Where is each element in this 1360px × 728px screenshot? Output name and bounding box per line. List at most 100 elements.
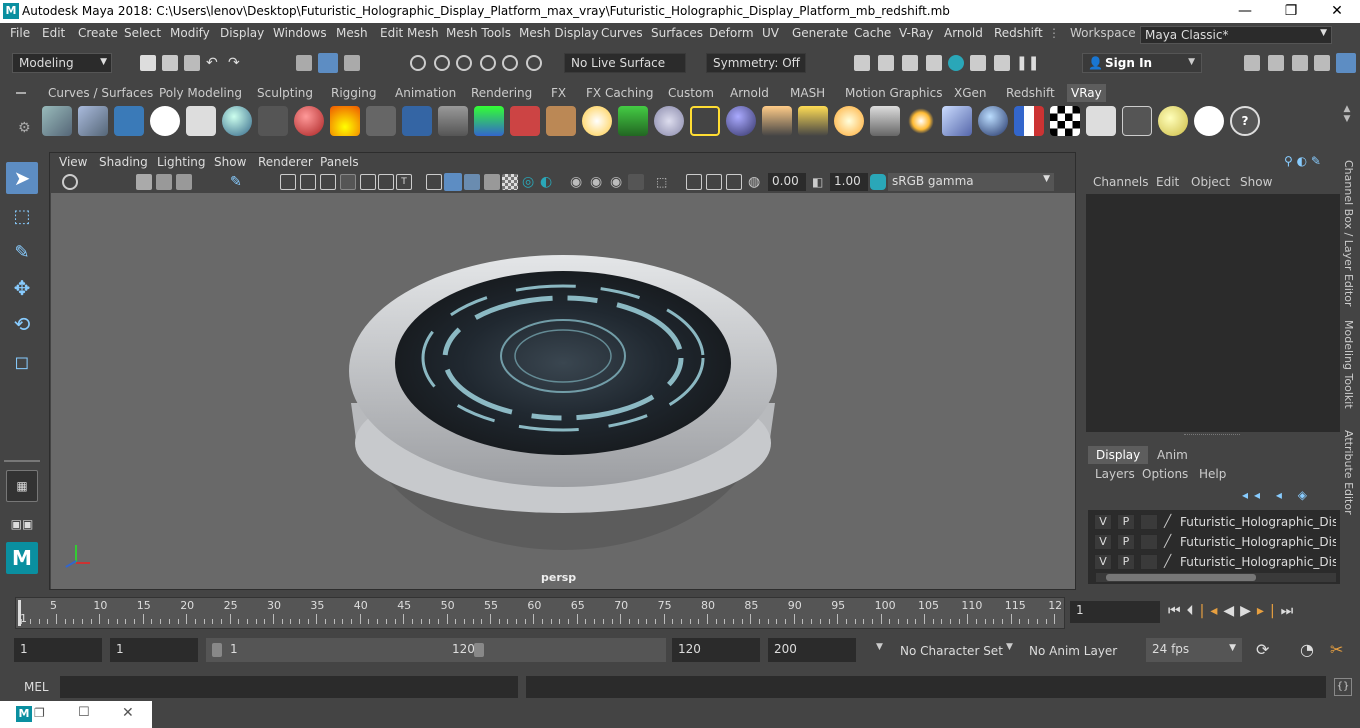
shelf-tab-curves-surfaces[interactable]: Curves / Surfaces	[44, 84, 157, 102]
pause-icon[interactable]: ❚❚	[1016, 55, 1039, 71]
menu-edit-mesh[interactable]: Edit Mesh	[380, 26, 439, 40]
camera-bookmark-icon[interactable]	[136, 174, 152, 190]
sign-in-button[interactable]: 👤 Sign In ▼	[1082, 53, 1202, 73]
gamma-field[interactable]: 1.00	[830, 173, 868, 191]
menu-mesh-display[interactable]: Mesh Display	[519, 26, 599, 40]
animation-preferences-icon[interactable]: ✂	[1330, 640, 1343, 659]
shelf-tab-custom[interactable]: Custom	[664, 84, 718, 102]
tool-settings-icon[interactable]	[1292, 55, 1308, 71]
xray-joints-icon[interactable]	[686, 174, 702, 190]
loop-icon[interactable]: ⟳	[1256, 640, 1269, 659]
viewport-menu-shading[interactable]: Shading	[99, 155, 148, 169]
layer-visibility-toggle[interactable]: V	[1094, 514, 1112, 530]
layer-playback-toggle[interactable]: P	[1117, 534, 1135, 550]
go-to-start-icon[interactable]: ⏮	[1168, 603, 1187, 619]
3d-viewport[interactable]: persp	[51, 193, 1075, 589]
menu-select[interactable]: Select	[124, 26, 161, 40]
single-perspective-layout-icon[interactable]: ▦	[6, 470, 38, 502]
color-management-toggle-icon[interactable]	[870, 174, 886, 190]
exposure-field[interactable]: 0.00	[768, 173, 806, 191]
menu-vray[interactable]: V-Ray	[899, 26, 933, 40]
backface-culling-icon[interactable]	[726, 174, 742, 190]
color-space-dropdown[interactable]: sRGB gamma ▼	[888, 173, 1054, 191]
scale-tool-icon[interactable]: ◻	[6, 346, 38, 378]
viewport-menu-renderer[interactable]: Renderer	[258, 155, 313, 169]
menu-modify[interactable]: Modify	[170, 26, 210, 40]
shelf-tab-rigging[interactable]: Rigging	[327, 84, 380, 102]
auto-key-icon[interactable]: ◔	[1300, 640, 1314, 659]
attribute-editor-icon[interactable]	[1268, 55, 1284, 71]
vray-color-icon[interactable]	[1014, 106, 1044, 136]
layer-toolbar-icons[interactable]: ◂◂ ◂ ◈	[1242, 488, 1313, 502]
wireframe-icon[interactable]	[426, 174, 442, 190]
shelf-scroll[interactable]: ▲ ▼	[1340, 104, 1354, 140]
shelf-tab-sculpting[interactable]: Sculpting	[253, 84, 317, 102]
layer-menu-options[interactable]: Options	[1142, 467, 1188, 481]
use-all-lights-icon[interactable]	[502, 174, 518, 190]
vray-blend-material-icon[interactable]	[294, 106, 324, 136]
exposure-icon[interactable]: ◍	[748, 174, 764, 190]
depth-of-field-icon[interactable]: ◉	[610, 174, 626, 190]
panel-splitter[interactable]	[1184, 434, 1240, 437]
playback-end-field[interactable]: 120	[672, 638, 760, 662]
shelf-menu-icon[interactable]	[16, 92, 26, 94]
layer-tab-display[interactable]: Display	[1088, 446, 1148, 464]
scrollbar-thumb[interactable]	[1106, 574, 1256, 581]
time-ruler[interactable]: 1 5 10 15 20 25 30 35 40 45 50 55 60 65 70 75 80 85 90 95 1…	[15, 597, 1065, 629]
menu-file[interactable]: File	[10, 26, 30, 40]
play-backwards-icon[interactable]: ◀	[1223, 603, 1240, 619]
vray-ies-light-icon[interactable]	[438, 106, 468, 136]
field-chart-icon[interactable]	[340, 174, 356, 190]
channelbox-menu-show[interactable]: Show	[1240, 175, 1272, 189]
mode-dropdown[interactable]: Modeling ▼	[12, 53, 112, 73]
restore-small-icon[interactable]: ❐	[34, 706, 45, 720]
workspace-dropdown[interactable]: Maya Classic* ▼	[1140, 26, 1332, 44]
snap-view-plane-icon[interactable]	[480, 55, 496, 71]
grid-toggle-icon[interactable]	[280, 174, 296, 190]
paint-select-tool-icon[interactable]: ✎	[6, 236, 38, 268]
channelbox-menu-object[interactable]: Object	[1191, 175, 1230, 189]
four-view-layout-icon[interactable]: ▣▣	[6, 508, 38, 540]
viewport-menu-panels[interactable]: Panels	[320, 155, 359, 169]
undo-icon[interactable]: ↶	[206, 55, 222, 71]
film-gate-icon[interactable]	[176, 174, 192, 190]
viewport-menu-lighting[interactable]: Lighting	[157, 155, 206, 169]
redo-icon[interactable]: ↷	[228, 55, 244, 71]
vray-scatter-icon[interactable]	[654, 106, 684, 136]
shadows-icon[interactable]: ◎	[522, 174, 538, 190]
select-tool-icon[interactable]: ➤	[6, 162, 38, 194]
snap-curve-icon[interactable]	[434, 55, 450, 71]
shelf-tab-vray[interactable]: VRay	[1067, 84, 1106, 102]
menu-curves[interactable]: Curves	[601, 26, 643, 40]
vray-cloud-icon[interactable]	[1194, 106, 1224, 136]
menu-mesh-tools[interactable]: Mesh Tools	[446, 26, 511, 40]
vray-sphere-fade-icon[interactable]	[42, 106, 72, 136]
range-start-handle[interactable]	[212, 643, 222, 657]
step-back-frame-icon[interactable]: ⏴	[1187, 603, 1200, 619]
gamma-icon[interactable]: ◧	[812, 174, 828, 190]
select-object-icon[interactable]	[318, 53, 338, 73]
animation-end-field[interactable]: 200	[768, 638, 856, 662]
menu-create[interactable]: Create	[78, 26, 118, 40]
shelf-tab-poly-modeling[interactable]: Poly Modeling	[155, 84, 246, 102]
live-surface-field[interactable]: No Live Surface	[564, 53, 686, 73]
select-hierarchy-icon[interactable]	[296, 55, 312, 71]
shelf-tab-redshift[interactable]: Redshift	[1002, 84, 1059, 102]
hud-icon[interactable]: T	[396, 174, 412, 190]
maya-home-icon[interactable]: M	[6, 542, 38, 574]
channel-box-toolbar-icons[interactable]: ⚲ ◐ ✎	[1284, 154, 1321, 168]
shelf-tab-animation[interactable]: Animation	[391, 84, 460, 102]
layer-name[interactable]: Futuristic_Holographic_Display	[1180, 535, 1336, 549]
vray-env-fog-icon[interactable]	[474, 106, 504, 136]
side-tab-channel-box[interactable]: Channel Box / Layer Editor	[1342, 160, 1355, 307]
range-slider[interactable]: 1 120	[206, 638, 666, 662]
script-editor-icon[interactable]: {}	[1334, 678, 1352, 696]
vray-logo-icon[interactable]	[150, 106, 180, 136]
fps-dropdown[interactable]: 24 fps ▼	[1146, 638, 1242, 662]
smooth-shade-icon[interactable]	[444, 173, 462, 191]
safe-title-icon[interactable]	[378, 174, 394, 190]
render-view-icon[interactable]	[902, 55, 918, 71]
wireframe-on-shaded-icon[interactable]	[464, 174, 480, 190]
motion-blur-icon[interactable]: ◉	[570, 174, 586, 190]
xray-icon[interactable]: ⬚	[656, 174, 672, 190]
